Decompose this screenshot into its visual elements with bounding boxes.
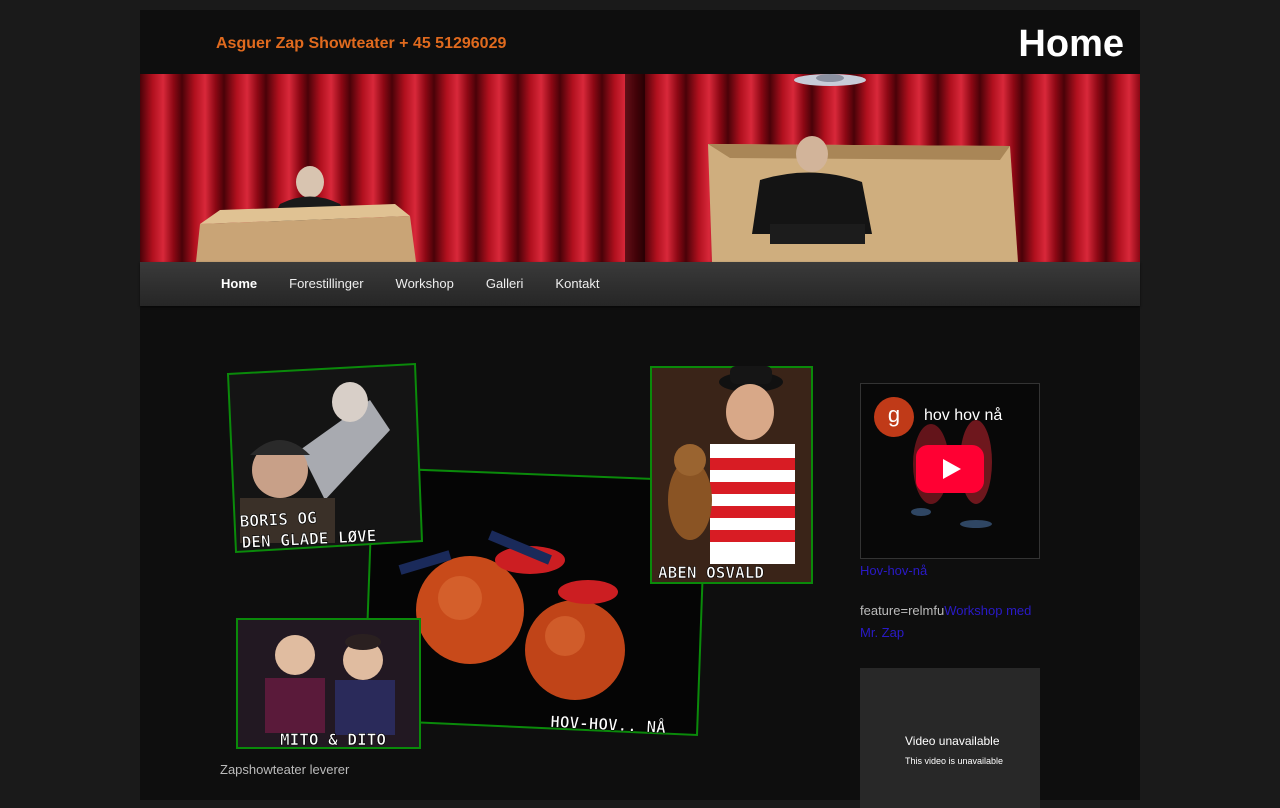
- page-title: Home: [1018, 23, 1124, 65]
- nav-item-home[interactable]: Home: [205, 262, 273, 306]
- header-banner-image: [140, 74, 1140, 262]
- main-content: HOV-HOV.. NÅ BORIS OG DEN GLADE LØVE ABE…: [220, 360, 820, 777]
- intro-text: Zapshowteater leverer: [220, 762, 350, 777]
- channel-avatar-icon[interactable]: g: [874, 397, 914, 437]
- mito-dito-photo: MITO & DITO: [236, 618, 421, 749]
- sidebar: g hov hov nå Hov-hov-nå feature=relmfuWo…: [860, 383, 1040, 808]
- feature-text: feature=relmfuWorkshop med Mr. Zap: [860, 600, 1040, 644]
- boris-photo: BORIS OG DEN GLADE LØVE: [226, 362, 424, 554]
- caption-mito-dito: MITO & DITO: [280, 730, 386, 749]
- main-navigation: Home Forestillinger Workshop Galleri Kon…: [140, 262, 1140, 306]
- youtube-embed-unavailable[interactable]: Video unavailable This video is unavaila…: [860, 668, 1040, 808]
- feature-prefix: feature=relmfu: [860, 603, 945, 618]
- nav-item-forestillinger[interactable]: Forestillinger: [273, 262, 379, 306]
- shows-collage-image: HOV-HOV.. NÅ BORIS OG DEN GLADE LØVE ABE…: [226, 362, 813, 749]
- video-unavailable-title: Video unavailable: [905, 734, 1000, 748]
- nav-item-kontakt[interactable]: Kontakt: [539, 262, 615, 306]
- caption-boris-1: BORIS OG: [239, 508, 317, 531]
- page: Asguer Zap Showteater + 45 51296029 Home: [140, 10, 1140, 808]
- caption-aben-osvald: ABEN OSVALD: [658, 563, 764, 582]
- hov-hov-na-link[interactable]: Hov-hov-nå: [860, 563, 1040, 578]
- aben-osvald-photo: ABEN OSVALD: [650, 366, 813, 584]
- site-title-link[interactable]: Asguer Zap Showteater + 45 51296029: [216, 35, 506, 53]
- nav-item-workshop[interactable]: Workshop: [380, 262, 470, 306]
- nav-item-galleri[interactable]: Galleri: [470, 262, 540, 306]
- play-button-icon[interactable]: [916, 445, 984, 493]
- video-unavailable-subtitle: This video is unavailable: [905, 756, 1004, 766]
- youtube-embed-hov-hov[interactable]: g hov hov nå: [860, 383, 1040, 559]
- site-header: Asguer Zap Showteater + 45 51296029 Home: [140, 10, 1140, 74]
- video-title[interactable]: hov hov nå: [924, 407, 1002, 425]
